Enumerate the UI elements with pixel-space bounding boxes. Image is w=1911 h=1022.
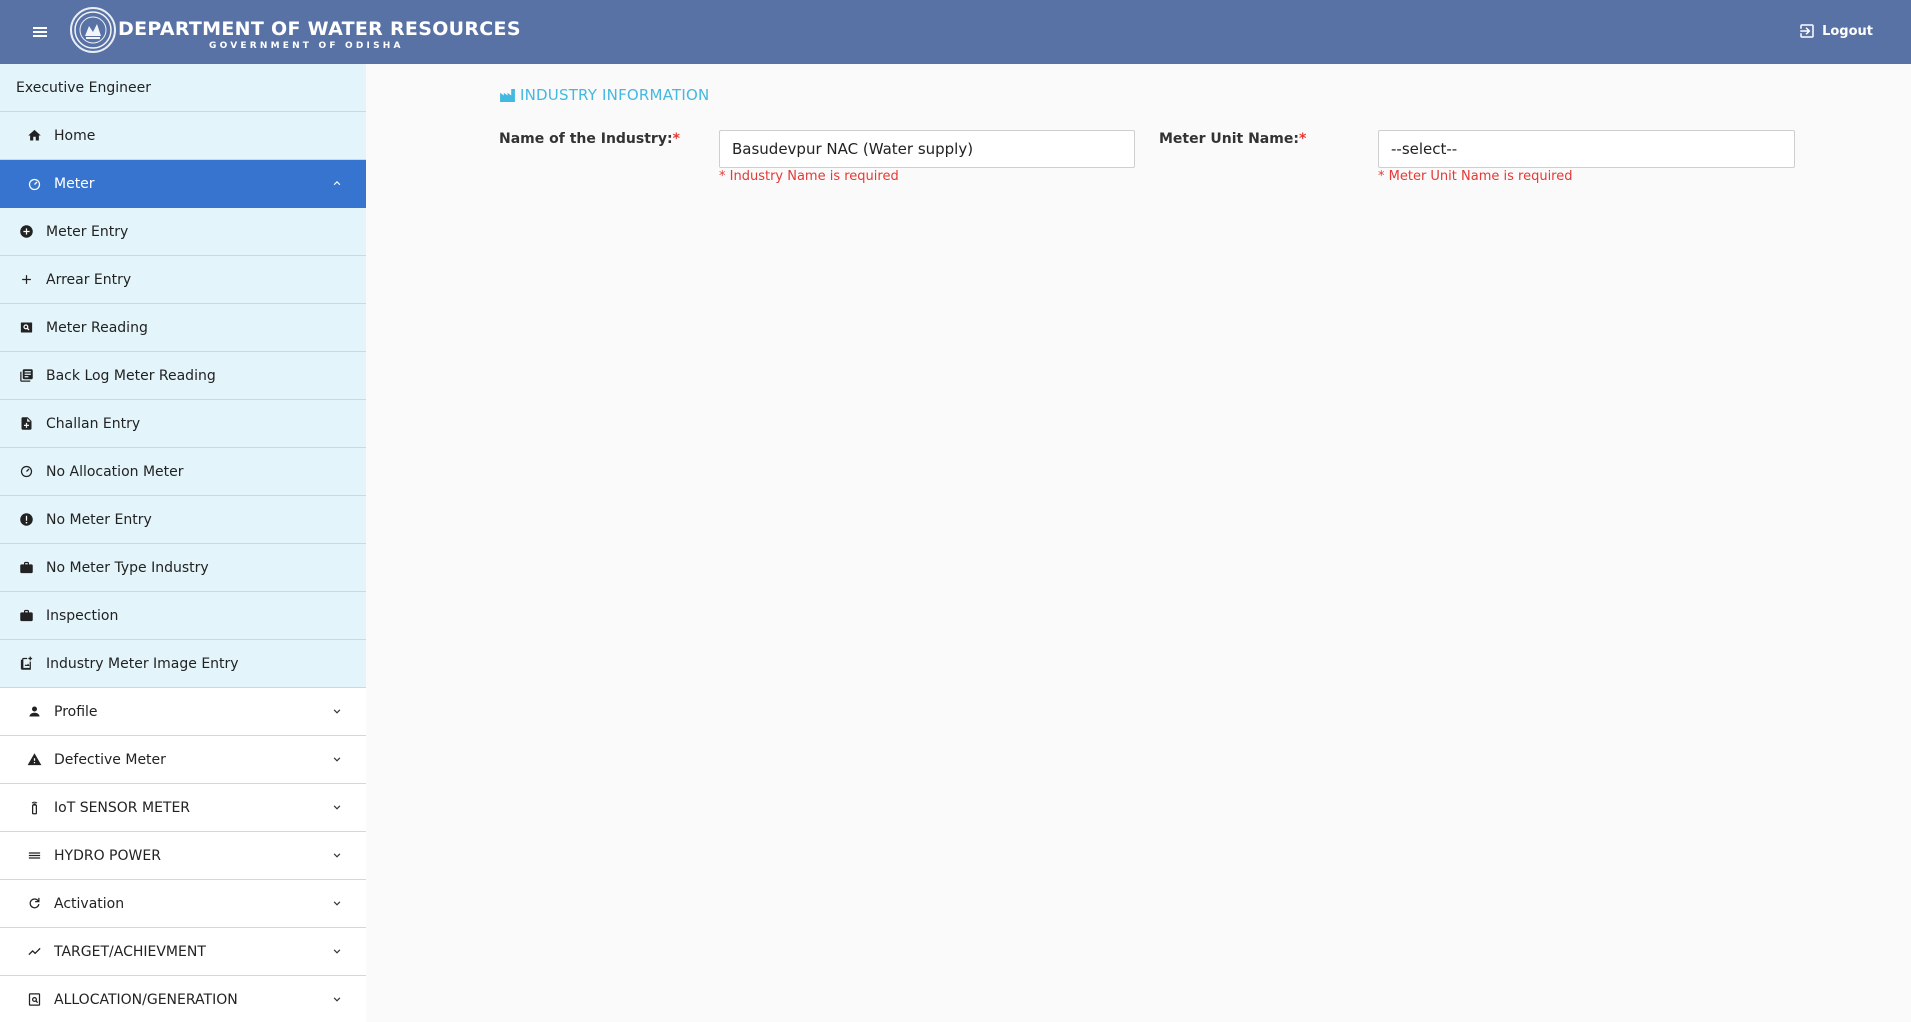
section-title-text: INDUSTRY INFORMATION (520, 86, 710, 104)
industry-name-label: Name of the Industry:* (499, 131, 680, 147)
sidebar-item-label: IoT SENSOR METER (54, 799, 191, 816)
sidebar-item-activation[interactable]: Activation (0, 880, 366, 928)
briefcase-icon (18, 608, 34, 624)
sidebar-item-challan-entry[interactable]: Challan Entry (0, 400, 366, 448)
sidebar-item-inspection[interactable]: Inspection (0, 592, 366, 640)
waves-icon (26, 848, 42, 864)
section-title: INDUSTRY INFORMATION (500, 86, 709, 104)
meter-unit-name-error: * Meter Unit Name is required (1378, 169, 1573, 184)
sidebar-item-label: TARGET/ACHIEVMENT (54, 943, 206, 960)
industry-name-label-text: Name of the Industry: (499, 131, 673, 147)
sidebar-item-label: ALLOCATION/GENERATION (54, 991, 238, 1008)
chevron-down-icon (330, 944, 344, 958)
trending-up-icon (26, 944, 42, 960)
add-photo-icon (18, 656, 34, 672)
chevron-down-icon (330, 848, 344, 862)
sidebar-item-label: Meter Reading (46, 319, 148, 336)
library-books-icon (18, 368, 34, 384)
refresh-icon (26, 896, 42, 912)
sidebar-item-no-allocation-meter[interactable]: No Allocation Meter (0, 448, 366, 496)
chevron-down-icon (330, 800, 344, 814)
sidebar-item-defective-meter[interactable]: Defective Meter (0, 736, 366, 784)
industry-name-input[interactable] (719, 130, 1135, 168)
sidebar-item-label: Defective Meter (54, 751, 166, 768)
sidebar-item-industry-meter-image-entry[interactable]: Industry Meter Image Entry (0, 640, 366, 688)
sidebar-item-label: Inspection (46, 607, 119, 624)
sidebar-item-label: Meter Entry (46, 223, 129, 240)
speedometer-icon (18, 464, 34, 480)
image-search-icon (18, 320, 34, 336)
sidebar-item-label: No Meter Entry (46, 511, 152, 528)
main-content: INDUSTRY INFORMATION Name of the Industr… (382, 64, 1911, 1022)
sidebar-item-no-meter-type-industry[interactable]: No Meter Type Industry (0, 544, 366, 592)
sidebar-item-allocation-generation[interactable]: ALLOCATION/GENERATION (0, 976, 366, 1022)
logout-icon (1800, 24, 1814, 38)
hamburger-menu-icon[interactable] (28, 22, 52, 42)
chevron-up-icon (330, 176, 344, 190)
warning-icon (26, 752, 42, 768)
plus-circle-icon (18, 224, 34, 240)
user-role: Executive Engineer (0, 64, 366, 112)
sidebar-item-arrear-entry[interactable]: Arrear Entry (0, 256, 366, 304)
required-marker: * (1298, 131, 1307, 147)
department-title: DEPARTMENT OF WATER RESOURCES (118, 18, 521, 40)
required-marker: * (672, 131, 680, 147)
sidebar-item-label: Activation (54, 895, 125, 912)
sidebar-item-label: Meter (54, 176, 95, 192)
sidebar-item-label: HYDRO POWER (54, 847, 161, 864)
sidebar: Executive Engineer Home Meter Meter Entr… (0, 64, 366, 1022)
sidebar-item-label: Industry Meter Image Entry (46, 655, 239, 672)
sidebar-item-label: No Allocation Meter (46, 463, 184, 480)
logout-button[interactable]: Logout (1798, 22, 1873, 40)
error-icon (18, 512, 34, 528)
sidebar-item-label: No Meter Type Industry (46, 559, 209, 576)
logout-label: Logout (1822, 23, 1873, 39)
factory-icon (500, 88, 515, 102)
sidebar-item-meter-reading[interactable]: Meter Reading (0, 304, 366, 352)
person-icon (26, 704, 42, 720)
meter-unit-name-label-text: Meter Unit Name: (1159, 131, 1299, 147)
plus-icon (18, 272, 34, 288)
sidebar-item-label: Challan Entry (46, 415, 141, 432)
chevron-down-icon (330, 992, 344, 1006)
chevron-down-icon (330, 896, 344, 910)
sidebar-item-label: Back Log Meter Reading (46, 367, 216, 384)
sidebar-item-no-meter-entry[interactable]: No Meter Entry (0, 496, 366, 544)
sidebar-item-home[interactable]: Home (0, 112, 366, 160)
department-subtitle: GOVERNMENT OF ODISHA (209, 41, 404, 51)
top-header: DEPARTMENT OF WATER RESOURCES GOVERNMENT… (0, 0, 1911, 64)
sidebar-item-label: Profile (54, 703, 98, 720)
sidebar-item-meter[interactable]: Meter (0, 160, 366, 208)
sidebar-item-iot-sensor-meter[interactable]: IoT SENSOR METER (0, 784, 366, 832)
speedometer-icon (26, 176, 42, 192)
meter-unit-name-select[interactable]: --select-- (1378, 130, 1795, 168)
sidebar-item-hydro-power[interactable]: HYDRO POWER (0, 832, 366, 880)
odisha-emblem-logo (70, 7, 116, 53)
sidebar-item-meter-entry[interactable]: Meter Entry (0, 208, 366, 256)
document-search-icon (26, 992, 42, 1008)
sidebar-item-label: Arrear Entry (46, 271, 132, 288)
note-add-icon (18, 416, 34, 432)
home-icon (26, 128, 42, 144)
sidebar-item-profile[interactable]: Profile (0, 688, 366, 736)
industry-name-error: * Industry Name is required (719, 169, 899, 184)
meter-unit-name-label: Meter Unit Name:* (1159, 131, 1306, 147)
briefcase-icon (18, 560, 34, 576)
chevron-down-icon (330, 704, 344, 718)
chevron-down-icon (330, 752, 344, 766)
sidebar-item-target-achievment[interactable]: TARGET/ACHIEVMENT (0, 928, 366, 976)
sensor-icon (26, 800, 42, 816)
sidebar-item-label: Home (54, 127, 96, 144)
sidebar-item-back-log-meter-reading[interactable]: Back Log Meter Reading (0, 352, 366, 400)
